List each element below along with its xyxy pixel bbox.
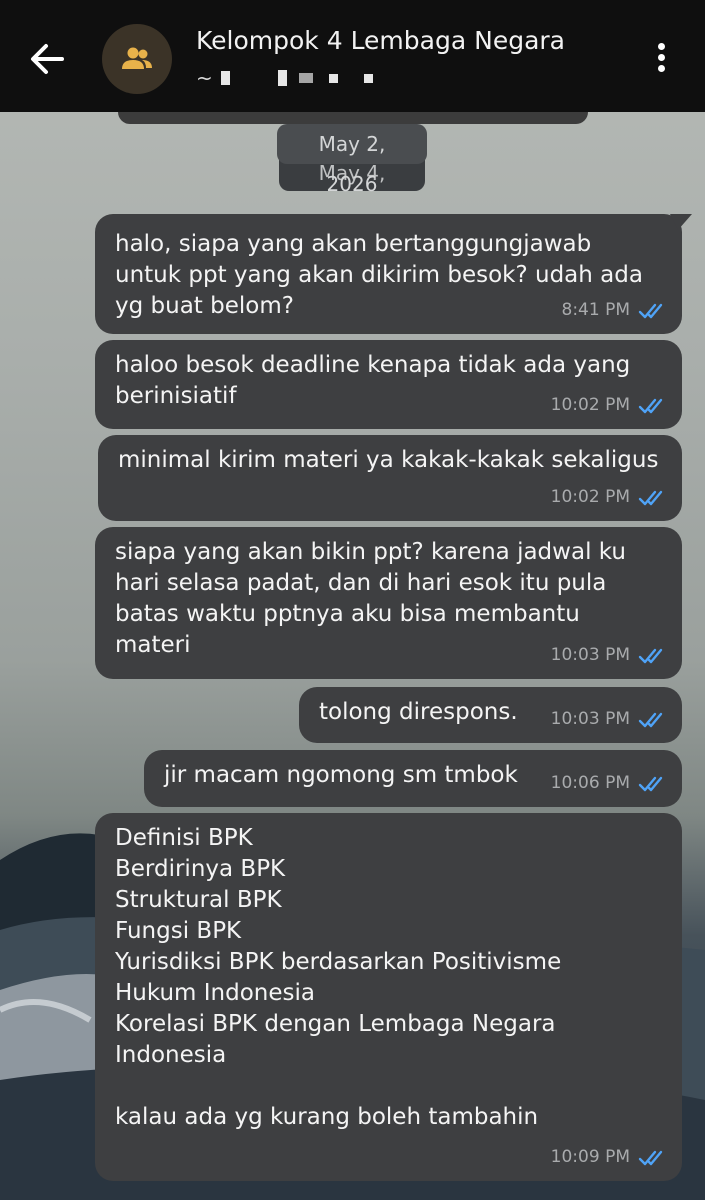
more-vertical-icon [648,43,674,72]
back-button[interactable] [22,34,72,84]
redacted-name [220,71,230,85]
message-meta: 10:03 PM [551,704,668,735]
double-check-icon [638,490,663,505]
redacted-name [298,73,313,83]
member-list[interactable]: ~ [196,66,373,90]
message-time: 10:09 PM [550,1147,630,1167]
message-meta: 8:41 PM [562,295,669,326]
message-text: minimal kirim materi ya kakak-kakak seka… [118,447,659,473]
double-check-icon [638,398,663,413]
message-meta: 10:09 PM [551,1142,668,1173]
chat-title[interactable]: Kelompok 4 Lembaga Negara [196,26,565,55]
message-time: 10:02 PM [550,487,630,507]
message-meta: 10:06 PM [551,768,668,799]
message-bubble[interactable]: tolong direspons. 10:03 PM [299,687,682,743]
message-bubble[interactable]: halo, siapa yang akan bertanggungjawab u… [95,214,692,334]
message-bubble[interactable]: haloo besok deadline kenapa tidak ada ya… [95,340,682,429]
message-bubble[interactable]: jir macam ngomong sm tmbok 10:06 PM [144,750,682,807]
double-check-icon [638,776,663,791]
redacted-name [363,73,373,83]
message-time: 10:06 PM [550,773,630,793]
more-options-button[interactable] [648,40,674,80]
message-time: 10:03 PM [550,645,630,665]
double-check-icon [638,303,663,318]
arrow-left-icon [31,44,64,74]
message-text: Definisi BPK Berdirinya BPK Struktural B… [115,825,562,1130]
date-separator-sticky: May 2, 2026 [277,124,427,196]
message-meta: 10:02 PM [551,482,668,513]
double-check-icon [638,1150,663,1165]
double-check-icon [638,648,663,663]
message-bubble[interactable]: siapa yang akan bikin ppt? karena jadwal… [95,527,682,679]
redacted-name [328,73,338,83]
message-bubble[interactable]: minimal kirim materi ya kakak-kakak seka… [98,435,682,521]
double-check-icon [638,712,663,727]
message-time: 8:41 PM [561,300,631,320]
group-avatar[interactable] [102,24,172,94]
group-icon [122,47,152,69]
message-time: 10:03 PM [550,709,630,729]
message-bubble[interactable]: Definisi BPK Berdirinya BPK Struktural B… [95,813,682,1181]
bubble-tail [670,214,692,230]
message-time: 10:02 PM [550,395,630,415]
chat-header: Kelompok 4 Lembaga Negara ~ [0,0,705,112]
redacted-name [277,70,287,86]
subtitle-prefix: ~ [196,66,213,90]
message-meta: 10:02 PM [551,390,668,421]
message-meta: 10:03 PM [551,640,668,671]
